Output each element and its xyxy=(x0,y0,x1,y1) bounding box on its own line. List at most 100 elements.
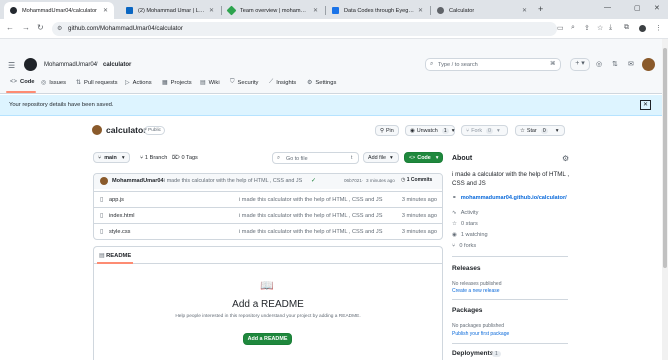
tab-pull-requests[interactable]: ⇅ Pull requests xyxy=(76,79,118,87)
add-readme-button[interactable]: Add a README xyxy=(243,333,292,345)
extensions-icon[interactable]: ⧉ xyxy=(624,24,629,32)
issues-icon[interactable]: ◎ xyxy=(596,60,602,68)
packages-heading[interactable]: Packages xyxy=(452,307,482,314)
file-commit-message[interactable]: i made this calculator with the help of … xyxy=(239,229,382,235)
file-time: 3 minutes ago xyxy=(401,228,437,235)
close-tab-icon[interactable]: ✕ xyxy=(518,7,527,14)
maximize-window-icon[interactable]: ▢ xyxy=(634,4,641,12)
go-to-file-input[interactable]: ⌕ Go to file t xyxy=(272,152,359,164)
unwatch-button[interactable]: ◉ Unwatch 1 ▾ xyxy=(405,125,455,136)
gear-icon[interactable]: ⚙ xyxy=(562,154,569,163)
close-window-icon[interactable]: ✕ xyxy=(654,4,660,12)
branch-selector[interactable]: ⑂ main ▾ xyxy=(93,152,130,163)
commits-link[interactable]: ◷ 1 Commits xyxy=(401,177,432,183)
activity-link[interactable]: ∿ Activity xyxy=(452,210,478,216)
browser-tab-github[interactable]: MohammadUmar04/calculator ✕ xyxy=(4,2,114,19)
bookmark-star-icon[interactable]: ☆ xyxy=(597,24,603,32)
tab-projects[interactable]: ▦ Projects xyxy=(162,79,192,87)
releases-heading[interactable]: Releases xyxy=(452,265,481,272)
site-info-icon[interactable]: ⚙ xyxy=(57,25,62,32)
create-new-button[interactable]: + ▾ xyxy=(570,58,590,71)
browser-tab-calculator[interactable]: Calculator ✕ xyxy=(431,2,533,19)
file-name[interactable]: app.js xyxy=(109,197,124,203)
table-row[interactable]: ▯ style.css i made this calculator with … xyxy=(93,223,443,239)
close-tab-icon[interactable]: ✕ xyxy=(309,7,318,14)
install-icon[interactable]: ▭ xyxy=(557,24,564,32)
pin-icon: ⚲ xyxy=(380,127,384,134)
search-input[interactable]: ⌕ Type / to search ⌘ xyxy=(425,58,561,71)
repo-name-link[interactable]: calculator xyxy=(103,62,131,68)
website-link[interactable]: ⚭ mohammadumar04.github.io/calculator/ xyxy=(452,195,567,201)
create-release-link[interactable]: Create a new release xyxy=(452,288,500,294)
inbox-icon[interactable]: ✉ xyxy=(628,60,634,68)
user-avatar[interactable] xyxy=(642,58,655,71)
close-tab-icon[interactable]: ✕ xyxy=(205,7,214,14)
link-icon: ⚭ xyxy=(452,195,457,201)
table-row[interactable]: ▯ index.html i made this calculator with… xyxy=(93,207,443,223)
branches-link[interactable]: ⑂ 1 Branch xyxy=(140,155,167,161)
tab-label: Security xyxy=(237,79,259,86)
forks-link[interactable]: ⑂ 0 forks xyxy=(452,243,476,249)
browser-tab-linkedin[interactable]: (2) Mohammad Umar | LinkedIn ✕ xyxy=(120,2,220,19)
stars-count: 0 stars xyxy=(461,221,478,227)
button-label: Pin xyxy=(385,127,394,134)
chevron-down-icon: ▾ xyxy=(555,127,559,134)
shortcut-key: t xyxy=(351,155,353,161)
file-commit-message[interactable]: i made this calculator with the help of … xyxy=(239,213,382,219)
close-tab-icon[interactable]: ✕ xyxy=(99,7,108,14)
browser-tab-team[interactable]: Team overview | mohammadum… ✕ xyxy=(222,2,324,19)
tab-settings[interactable]: ⚙ Settings xyxy=(307,79,336,87)
back-icon[interactable]: ← xyxy=(6,23,14,32)
close-tab-icon[interactable]: ✕ xyxy=(414,7,423,14)
browser-tab-data-codes[interactable]: Data Codes through Eyeglass… ✕ xyxy=(326,2,429,19)
file-name[interactable]: style.css xyxy=(109,229,130,235)
watchers-link[interactable]: ◉ 1 watching xyxy=(452,232,488,238)
zoom-icon[interactable]: ⌕ xyxy=(571,24,575,32)
tab-code[interactable]: <> Code xyxy=(10,79,35,85)
profile-avatar-icon[interactable] xyxy=(639,25,646,32)
commit-hash[interactable]: 06b7021 xyxy=(344,178,362,183)
deployments-heading[interactable]: Deployments xyxy=(452,350,493,357)
star-button[interactable]: ☆ Star 0 ▾ xyxy=(515,125,565,136)
tab-security[interactable]: ⛉ Security xyxy=(230,79,258,86)
reload-icon[interactable]: ↻ xyxy=(37,23,44,32)
stars-link[interactable]: ☆ 0 stars xyxy=(452,221,478,227)
star-count: 0 xyxy=(540,127,548,134)
repo-owner-link[interactable]: MohammadUmar04 xyxy=(44,62,97,68)
tab-label: Wiki xyxy=(208,79,220,86)
tab-issues[interactable]: ◎ Issues xyxy=(41,79,66,87)
add-file-button[interactable]: Add file ▾ xyxy=(363,152,399,163)
tab-label: Data Codes through Eyeglass… xyxy=(344,7,414,14)
file-name[interactable]: index.html xyxy=(109,213,135,219)
github-favicon-icon xyxy=(437,7,444,14)
minimize-window-icon[interactable]: — xyxy=(604,4,611,11)
url-text: github.com/MohammadUmar04/calculator xyxy=(68,25,183,32)
watching-count: 1 watching xyxy=(460,232,488,238)
tab-actions[interactable]: ▷ Actions xyxy=(125,79,152,87)
commit-author[interactable]: MohammadUmar04 xyxy=(112,178,164,184)
code-button[interactable]: <> Code ▾ xyxy=(404,152,443,163)
repo-title: calculator xyxy=(106,125,147,135)
forward-icon[interactable]: → xyxy=(22,23,30,32)
file-commit-message[interactable]: i made this calculator with the help of … xyxy=(239,197,382,203)
pull-requests-icon[interactable]: ⇅ xyxy=(612,60,618,68)
share-icon[interactable]: ⇪ xyxy=(584,24,590,32)
hamburger-menu-icon[interactable]: ☰ xyxy=(8,61,15,70)
table-row[interactable]: ▯ app.js i made this calculator with the… xyxy=(93,191,443,207)
github-logo-icon[interactable] xyxy=(24,58,37,71)
tab-wiki[interactable]: ▤ Wiki xyxy=(200,79,220,87)
fork-button[interactable]: ⑂ Fork 0 ▾ xyxy=(461,125,508,136)
tags-link[interactable]: ⌦ 0 Tags xyxy=(172,155,198,161)
menu-kebab-icon[interactable]: ⋮ xyxy=(655,24,662,32)
address-bar[interactable]: ⚙ github.com/MohammadUmar04/calculator ▭… xyxy=(52,22,603,36)
tab-insights[interactable]: ⟋ Insights xyxy=(269,79,296,86)
no-releases-text: No releases published xyxy=(452,281,502,287)
pin-button[interactable]: ⚲ Pin xyxy=(375,125,399,136)
scrollbar-thumb[interactable] xyxy=(663,48,667,268)
new-tab-button[interactable]: + xyxy=(538,4,543,14)
download-icon[interactable]: ⤓ xyxy=(609,24,612,32)
readme-tab[interactable]: ▤ README xyxy=(99,253,131,259)
commit-message[interactable]: i made this calculator with the help of … xyxy=(164,178,302,184)
publish-package-link[interactable]: Publish your first package xyxy=(452,331,509,337)
close-icon[interactable]: ✕ xyxy=(640,100,651,110)
